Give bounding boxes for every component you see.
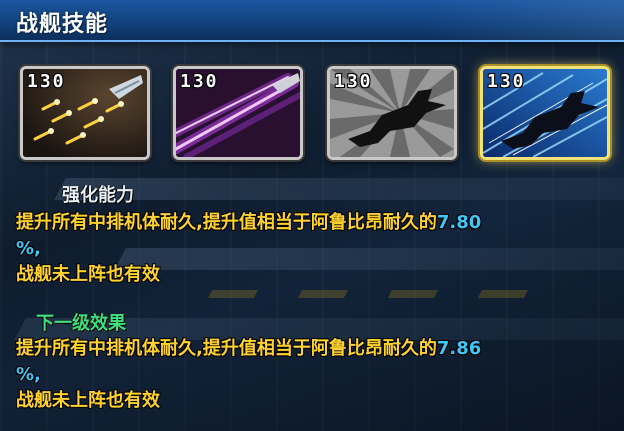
skill-level: 130	[27, 71, 66, 92]
current-effect-heading: 强化能力	[62, 185, 134, 206]
skill-card-burst[interactable]: 130	[327, 66, 457, 160]
current-effect-percent: %,	[16, 238, 41, 259]
skill-level: 130	[487, 71, 526, 92]
current-effect-note: 战舰未上阵也有效	[16, 264, 160, 285]
next-effect-description: 提升所有中排机体耐久,提升值相当于阿鲁比昂耐久的7.86 %, 战舰未上阵也有效	[16, 336, 612, 414]
skill-level: 130	[334, 71, 373, 92]
panel-header: 战舰技能	[0, 0, 624, 42]
skill-card-laser[interactable]: 130	[173, 66, 303, 160]
deck-stripe	[54, 178, 624, 200]
next-effect-value: 7.86	[436, 338, 482, 359]
current-effect-text: 提升所有中排机体耐久,提升值相当于阿鲁比昂耐久的	[16, 212, 437, 233]
deck-marking	[297, 290, 349, 298]
current-effect-description: 提升所有中排机体耐久,提升值相当于阿鲁比昂耐久的7.80 %, 战舰未上阵也有效	[16, 210, 612, 288]
next-effect-heading: 下一级效果	[36, 313, 126, 334]
deck-marking	[207, 290, 259, 298]
next-effect-percent: %,	[16, 364, 41, 385]
skill-card-missile[interactable]: 130	[20, 66, 150, 160]
deck-marking	[477, 290, 529, 298]
next-effect-text: 提升所有中排机体耐久,提升值相当于阿鲁比昂耐久的	[16, 338, 437, 359]
panel-title: 战舰技能	[16, 12, 109, 37]
deck-marking	[387, 290, 439, 298]
skill-card-speed[interactable]: 130	[480, 66, 610, 160]
current-effect-value: 7.80	[436, 212, 482, 233]
next-effect-note: 战舰未上阵也有效	[16, 390, 160, 411]
skill-level: 130	[180, 71, 219, 92]
